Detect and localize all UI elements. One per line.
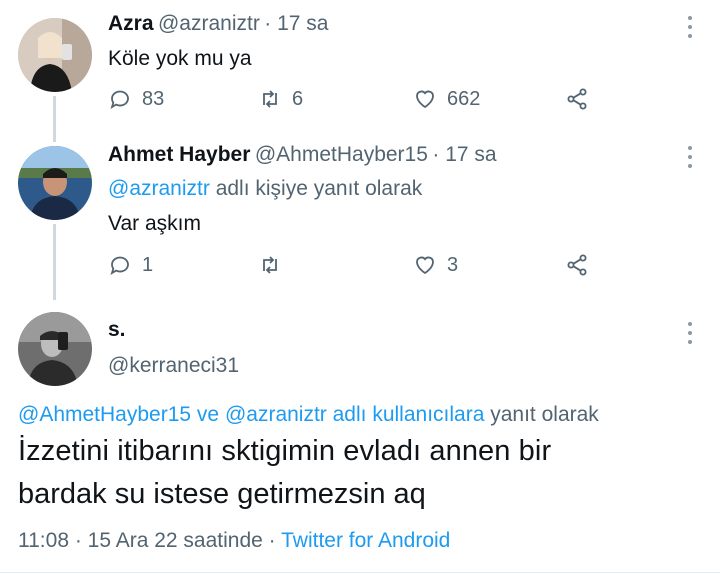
tweet-source[interactable]: Twitter for Android [281, 529, 450, 552]
share-button[interactable] [565, 253, 589, 277]
reply-context: @azraniztr adlı kişiye yanıt olarak [108, 177, 422, 201]
author-handle[interactable]: @kerraneci31 [108, 354, 239, 378]
avatar-photo [18, 312, 92, 386]
author-name[interactable]: Ahmet Hayber [108, 143, 250, 166]
reply-context: @AhmetHayber15 ve @azraniztr adlı kullan… [18, 403, 599, 427]
tweet-text: Var aşkım [108, 212, 201, 235]
retweet-icon [263, 256, 277, 274]
tweet-date: · 15 Ara 22 saatinde · [74, 529, 276, 552]
reply-to-link[interactable]: @azraniztr [108, 177, 210, 200]
reply-button[interactable]: 1 [108, 253, 153, 277]
share-icon [567, 254, 587, 276]
author-handle[interactable]: @AhmetHayber15 [255, 143, 428, 166]
like-count: 662 [447, 87, 481, 110]
tweet-text-line: bardak su istese getirmezsin aq [18, 478, 426, 510]
author-name[interactable]: s. [108, 318, 126, 342]
reply-icon [110, 256, 129, 275]
reply-button[interactable]: 83 [108, 87, 164, 111]
reply-to-suffix: adlı kişiye yanıt olarak [215, 177, 423, 200]
tweet-text-line: İzzetini itibarını sktigimin evladı anne… [18, 435, 552, 467]
more-options-icon[interactable] [687, 322, 693, 344]
share-icon [567, 88, 587, 110]
avatar[interactable] [18, 312, 92, 386]
avatar[interactable] [18, 18, 92, 92]
more-options-icon[interactable] [687, 146, 693, 168]
retweet-button[interactable] [258, 253, 292, 277]
like-count: 3 [447, 253, 459, 276]
thread-line [53, 224, 56, 300]
tweet-meta: 11:08 · 15 Ara 22 saatinde · Twitter for… [18, 529, 450, 553]
heart-icon [416, 90, 434, 109]
divider [0, 572, 720, 573]
reply-suffix: yanıt olarak [490, 403, 599, 426]
avatar-photo [18, 146, 92, 220]
reply-and: ve [196, 403, 220, 426]
retweet-icon [263, 90, 277, 108]
reply-icon [110, 90, 129, 109]
retweet-button[interactable]: 6 [258, 87, 303, 111]
like-button[interactable]: 3 [413, 253, 458, 277]
tweet-time[interactable]: · 17 sa [432, 143, 496, 166]
retweet-count: 6 [292, 87, 304, 110]
tweet-text: Köle yok mu ya [108, 47, 252, 70]
share-button[interactable] [565, 87, 589, 111]
reply-count: 1 [142, 253, 154, 276]
thread-line [53, 96, 56, 142]
like-button[interactable]: 662 [413, 87, 480, 111]
reply-count: 83 [142, 87, 165, 110]
tweet-time[interactable]: · 17 sa [264, 12, 328, 35]
reply-to-link[interactable]: @azraniztr adlı kullanıcılara [225, 403, 484, 426]
more-options-icon[interactable] [687, 16, 693, 38]
avatar[interactable] [18, 146, 92, 220]
tweet-time[interactable]: 11:08 [18, 529, 69, 552]
author-handle[interactable]: @azraniztr [158, 12, 260, 35]
reply-to-link[interactable]: @AhmetHayber15 [18, 403, 191, 426]
heart-icon [416, 256, 434, 275]
author-name[interactable]: Azra [108, 12, 154, 35]
avatar-photo [18, 18, 92, 92]
